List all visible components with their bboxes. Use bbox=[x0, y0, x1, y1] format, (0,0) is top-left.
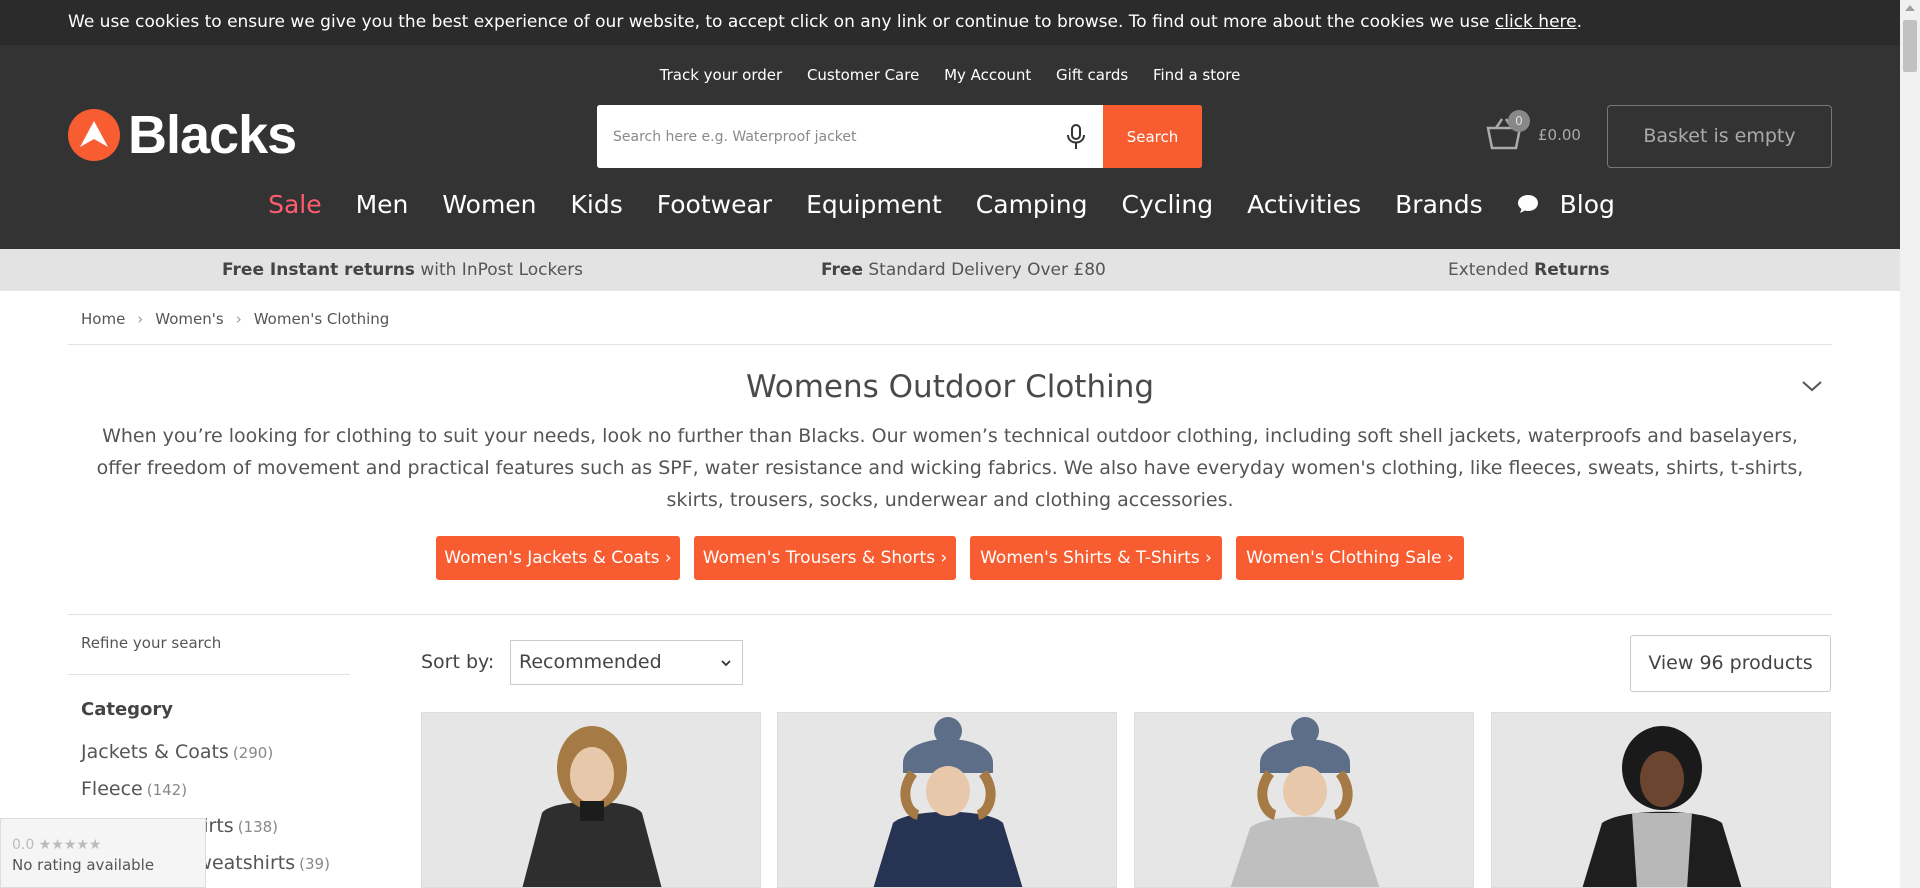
nav-cycling[interactable]: Cycling bbox=[1121, 190, 1213, 219]
main-navigation: Sale Men Women Kids Footwear Equipment C… bbox=[0, 190, 1900, 219]
scrollbar-thumb[interactable] bbox=[1903, 20, 1917, 72]
nav-kids[interactable]: Kids bbox=[571, 190, 623, 219]
usp-delivery[interactable]: Free Standard Delivery Over £80 bbox=[821, 260, 1106, 280]
nav-camping[interactable]: Camping bbox=[976, 190, 1088, 219]
chevron-down-icon[interactable] bbox=[1800, 376, 1824, 396]
cookie-text: We use cookies to ensure we give you the… bbox=[68, 12, 1495, 32]
chevron-down-icon bbox=[721, 660, 731, 667]
nav-equipment[interactable]: Equipment bbox=[806, 190, 942, 219]
breadcrumb-womens-clothing[interactable]: Women's Clothing bbox=[254, 310, 390, 328]
page-scrollbar[interactable] bbox=[1900, 0, 1920, 888]
scroll-up-icon[interactable] bbox=[1905, 5, 1915, 11]
microphone-icon[interactable] bbox=[1049, 105, 1103, 168]
usp-extended-returns[interactable]: Extended Returns bbox=[1448, 260, 1610, 280]
rating-text: No rating available bbox=[12, 856, 155, 874]
sort-select[interactable]: Recommended bbox=[510, 640, 743, 685]
logo-arrow-icon bbox=[68, 109, 120, 161]
nav-brands[interactable]: Brands bbox=[1395, 190, 1483, 219]
product-card[interactable] bbox=[1491, 712, 1831, 888]
usp-bar: Free Instant returns with InPost Lockers… bbox=[0, 249, 1900, 291]
divider bbox=[68, 674, 350, 675]
cta-jackets-coats[interactable]: Women's Jackets & Coats › bbox=[436, 536, 680, 580]
chat-bubble-icon bbox=[1517, 195, 1538, 213]
page-title: Womens Outdoor Clothing bbox=[745, 369, 1155, 405]
product-card[interactable] bbox=[1134, 712, 1474, 888]
search-bar: Search bbox=[597, 105, 1202, 168]
cta-trousers-shorts[interactable]: Women's Trousers & Shorts › bbox=[694, 536, 956, 580]
product-image bbox=[778, 713, 1116, 887]
category-fleece[interactable]: Fleece (142) bbox=[81, 778, 187, 800]
cookie-banner: We use cookies to ensure we give you the… bbox=[0, 0, 1900, 45]
util-link-track-order[interactable]: Track your order bbox=[660, 66, 783, 84]
breadcrumb: Home › Women's › Women's Clothing bbox=[81, 310, 390, 328]
rating-widget[interactable]: 0.0 ★★★★★ No rating available bbox=[0, 818, 206, 888]
logo-wordmark: Blacks bbox=[128, 105, 297, 165]
intro-text: When you’re looking for clothing to suit… bbox=[96, 425, 1804, 511]
category-heading: Category bbox=[81, 699, 174, 720]
cookie-end: . bbox=[1576, 12, 1583, 32]
site-header: Track your order Customer Care My Accoun… bbox=[0, 45, 1900, 249]
rating-stars: 0.0 ★★★★★ bbox=[12, 837, 102, 853]
product-image bbox=[1135, 713, 1473, 887]
breadcrumb-home[interactable]: Home bbox=[81, 310, 125, 328]
product-image bbox=[422, 713, 760, 887]
basket-count-badge: 0 bbox=[1508, 110, 1530, 132]
nav-blog[interactable]: Blog bbox=[1517, 190, 1632, 219]
nav-blog-label: Blog bbox=[1559, 190, 1615, 219]
nav-sale[interactable]: Sale bbox=[268, 190, 322, 219]
util-link-gift-cards[interactable]: Gift cards bbox=[1056, 66, 1128, 84]
refine-search-label: Refine your search bbox=[81, 634, 222, 652]
nav-men[interactable]: Men bbox=[356, 190, 409, 219]
product-card[interactable] bbox=[777, 712, 1117, 888]
nav-women[interactable]: Women bbox=[442, 190, 536, 219]
category-jackets-coats[interactable]: Jackets & Coats (290) bbox=[81, 741, 273, 763]
nav-footwear[interactable]: Footwear bbox=[657, 190, 772, 219]
sort-label: Sort by: bbox=[421, 651, 495, 673]
basket-total: £0.00 bbox=[1538, 126, 1581, 144]
view-products-button[interactable]: View 96 products bbox=[1630, 635, 1831, 692]
cta-clothing-sale[interactable]: Women's Clothing Sale › bbox=[1236, 536, 1464, 580]
util-link-customer-care[interactable]: Customer Care bbox=[807, 66, 919, 84]
product-image bbox=[1492, 713, 1830, 887]
sort-value: Recommended bbox=[519, 651, 662, 673]
divider bbox=[68, 344, 1832, 345]
cta-shirts-tshirts[interactable]: Women's Shirts & T-Shirts › bbox=[970, 536, 1222, 580]
util-link-my-account[interactable]: My Account bbox=[944, 66, 1031, 84]
search-input[interactable] bbox=[597, 105, 1049, 168]
divider bbox=[68, 614, 1832, 615]
usp-returns[interactable]: Free Instant returns with InPost Lockers bbox=[222, 260, 583, 280]
basket-button[interactable]: Basket is empty bbox=[1607, 105, 1832, 168]
cookie-link[interactable]: click here bbox=[1495, 12, 1577, 32]
product-card[interactable] bbox=[421, 712, 761, 888]
nav-activities[interactable]: Activities bbox=[1247, 190, 1361, 219]
site-logo[interactable]: Blacks bbox=[68, 105, 297, 165]
utility-nav: Track your order Customer Care My Accoun… bbox=[0, 66, 1900, 84]
util-link-find-store[interactable]: Find a store bbox=[1153, 66, 1240, 84]
breadcrumb-womens[interactable]: Women's bbox=[155, 310, 223, 328]
search-button[interactable]: Search bbox=[1103, 105, 1202, 168]
